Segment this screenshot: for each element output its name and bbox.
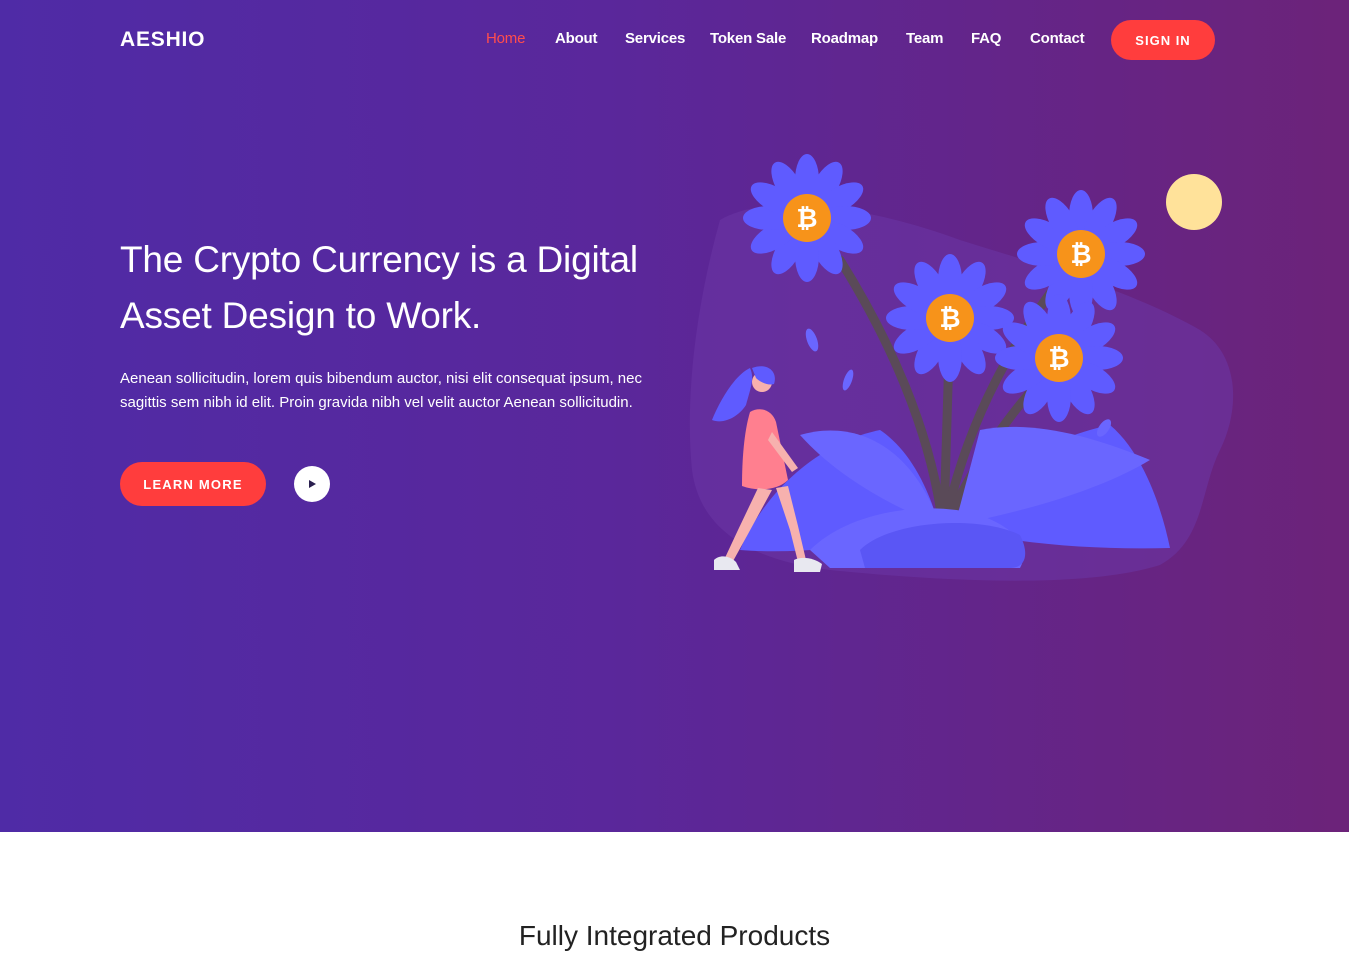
hero-section: AESHIO Home About Services Token Sale Ro… <box>0 0 1349 832</box>
hero-illustration: ₿ ₿ ₿ ₿ <box>689 154 1234 581</box>
sun-icon <box>1166 174 1222 230</box>
nav-item-roadmap[interactable]: Roadmap <box>811 30 878 47</box>
hero-headline-line-1: The Crypto Currency is a Digital <box>120 239 638 280</box>
bitcoin-icon: ₿ <box>939 304 960 334</box>
nav-item-contact[interactable]: Contact <box>1030 30 1085 47</box>
nav-item-team[interactable]: Team <box>906 30 943 47</box>
bitcoin-icon: ₿ <box>1070 240 1091 270</box>
nav-item-faq[interactable]: FAQ <box>971 30 1001 47</box>
hero-description-line-2: sagittis sem nibh id elit. Proin gravida… <box>120 394 633 411</box>
play-video-button[interactable] <box>294 466 330 502</box>
nav-item-home[interactable]: Home <box>486 30 525 47</box>
bitcoin-icon: ₿ <box>796 204 817 234</box>
nav-item-services[interactable]: Services <box>625 30 685 47</box>
hero-headline: The Crypto Currency is a Digital Asset D… <box>120 232 700 344</box>
learn-more-button[interactable]: LEARN MORE <box>120 462 266 506</box>
nav-item-about[interactable]: About <box>555 30 598 47</box>
sign-in-button[interactable]: SIGN IN <box>1111 20 1215 60</box>
bitcoin-icon: ₿ <box>1048 344 1069 374</box>
hero-description-line-1: Aenean sollicitudin, lorem quis bibendum… <box>120 370 642 387</box>
nav-item-token-sale[interactable]: Token Sale <box>710 30 786 47</box>
play-icon <box>309 480 316 488</box>
hero-headline-line-2: Asset Design to Work. <box>120 295 482 336</box>
section-title-products: Fully Integrated Products <box>518 920 831 951</box>
hero-description: Aenean sollicitudin, lorem quis bibendum… <box>120 367 680 415</box>
